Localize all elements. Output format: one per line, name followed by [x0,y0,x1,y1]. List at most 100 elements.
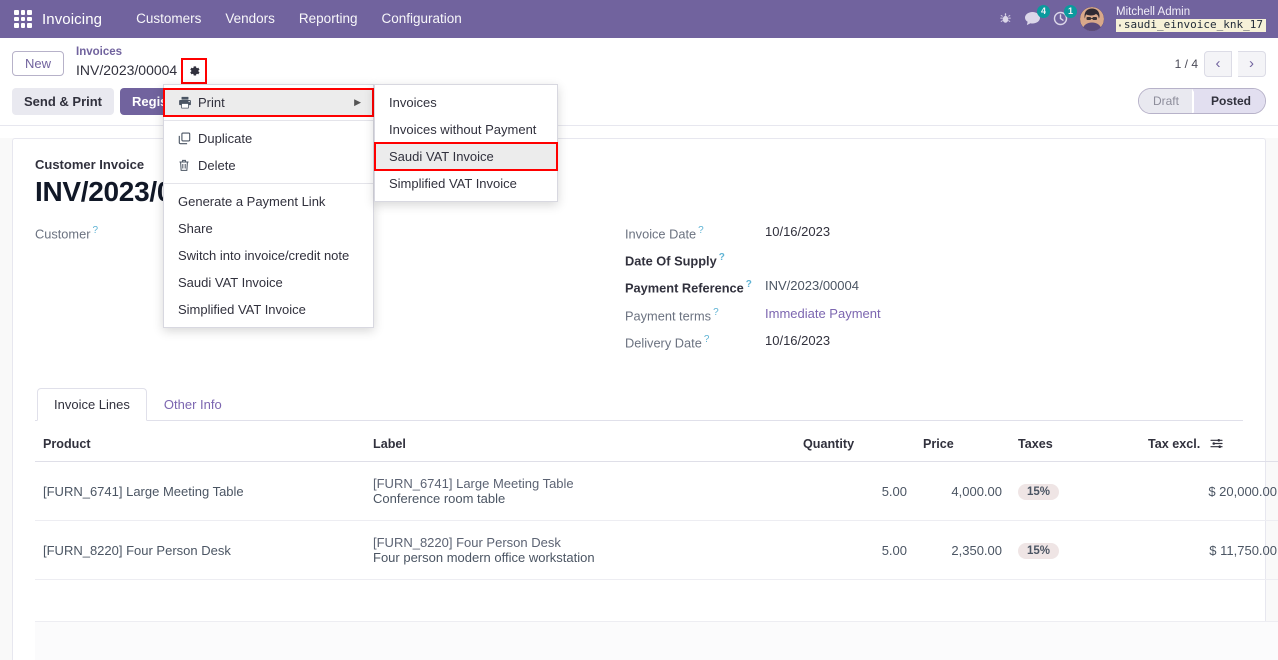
pager-previous-button[interactable]: ‹ [1204,50,1232,77]
sliders-icon[interactable] [1210,437,1223,451]
menu-separator [164,183,373,184]
menu-item-simplified-vat-label: Simplified VAT Invoice [178,302,306,317]
apps-grid-icon[interactable] [14,10,32,28]
submenu-item-invoices-label: Invoices [389,95,437,110]
submenu-item-invoices[interactable]: Invoices [375,89,557,116]
app-brand-invoicing[interactable]: Invoicing [42,11,102,28]
pager-next-button[interactable]: › [1238,50,1266,77]
status-bar: Draft Posted [1137,88,1266,115]
field-delivery-date-label: Delivery Date? [625,333,710,351]
field-delivery-date: Delivery Date? 10/16/2023 [625,333,1185,350]
status-posted[interactable]: Posted [1191,89,1265,114]
tax-pill: 15% [1018,542,1060,559]
bug-icon[interactable] [999,12,1012,25]
menu-item-share[interactable]: Share [164,215,373,242]
field-date-of-supply: Date Of Supply? [625,251,1185,268]
cell-price[interactable]: 2,350.00 [915,520,1010,581]
table-empty-row[interactable] [35,579,1278,623]
cell-label-sub: Four person modern office workstation [373,550,595,566]
database-icon [1119,24,1121,27]
avatar[interactable] [1080,6,1104,31]
send-and-print-button[interactable]: Send & Print [12,87,115,115]
menu-item-generate-payment-link[interactable]: Generate a Payment Link [164,188,373,215]
control-panel-top: New Invoices INV/2023/00004 1 / 4 ‹ › [0,38,1278,86]
new-button[interactable]: New [12,51,65,77]
caret-right-icon: ▶ [354,97,361,107]
field-payment-terms-value[interactable]: Immediate Payment [765,306,881,321]
column-label[interactable]: Label [365,429,795,463]
table-header-row: Product Label Quantity Price Taxes Tax e… [35,429,1278,463]
field-customer-label: Customer? [35,224,99,242]
help-icon[interactable]: ? [713,307,719,318]
help-icon[interactable]: ? [698,225,704,236]
messages-badge: 4 [1037,5,1050,19]
menu-customers[interactable]: Customers [124,0,213,38]
notebook: Invoice Lines Other Info Product Label Q… [35,388,1278,660]
user-name: Mitchell Admin [1116,6,1191,19]
breadcrumb: Invoices INV/2023/00004 [76,46,208,84]
cell-taxes[interactable]: 15% [1010,461,1140,522]
cog-action-menu: Print ▶ Duplicate Delete Generate a Paym… [163,84,374,328]
menu-item-print[interactable]: Print ▶ [163,88,374,117]
cell-tax-excl: $ 20,000.00 [1140,461,1278,522]
field-delivery-date-value[interactable]: 10/16/2023 [765,333,830,348]
cell-label[interactable]: [FURN_8220] Four Person Desk Four person… [365,520,795,581]
submenu-item-simplified-vat-invoice-label: Simplified VAT Invoice [389,176,517,191]
menu-item-share-label: Share [178,221,213,236]
menu-item-simplified-vat-invoice[interactable]: Simplified VAT Invoice [164,296,373,323]
gear-icon[interactable] [181,57,208,84]
cell-product[interactable]: [FURN_8220] Four Person Desk [35,520,365,581]
activities-clock-icon[interactable]: 1 [1053,5,1077,26]
database-badge: saudi_einvoice_knk_17 [1116,19,1266,32]
cell-label[interactable]: [FURN_6741] Large Meeting Table Conferen… [365,461,795,522]
cell-quantity[interactable]: 5.00 [795,461,915,522]
menu-separator [164,120,373,121]
activities-badge: 1 [1064,5,1077,19]
column-product[interactable]: Product [35,429,365,463]
column-taxes[interactable]: Taxes [1010,429,1140,463]
menu-item-switch-invoice-credit-note[interactable]: Switch into invoice/credit note [164,242,373,269]
submenu-item-saudi-vat-invoice-label: Saudi VAT Invoice [389,149,494,164]
tab-invoice-lines[interactable]: Invoice Lines [37,388,147,422]
field-payment-reference-value[interactable]: INV/2023/00004 [765,278,859,293]
cell-taxes[interactable]: 15% [1010,520,1140,581]
table-empty-row[interactable] [35,621,1278,660]
menu-vendors[interactable]: Vendors [213,0,287,38]
field-date-of-supply-label: Date Of Supply? [625,252,725,269]
print-submenu: Invoices Invoices without Payment Saudi … [374,84,558,202]
menu-item-delete[interactable]: Delete [164,152,373,179]
column-price[interactable]: Price [915,429,1010,463]
status-draft[interactable]: Draft [1138,89,1193,114]
submenu-item-invoices-without-payment[interactable]: Invoices without Payment [375,116,557,143]
user-menu[interactable]: Mitchell Admin saudi_einvoice_knk_17 [1116,6,1266,32]
help-icon[interactable]: ? [746,279,752,290]
messages-icon[interactable]: 4 [1024,5,1050,26]
tab-other-info[interactable]: Other Info [147,388,239,421]
pager-count: 1 / 4 [1174,56,1198,71]
cell-product[interactable]: [FURN_6741] Large Meeting Table [35,461,365,522]
column-quantity[interactable]: Quantity [795,429,915,463]
field-invoice-date-value[interactable]: 10/16/2023 [765,224,830,239]
help-icon[interactable]: ? [92,225,98,236]
cell-price[interactable]: 4,000.00 [915,461,1010,522]
menu-reporting[interactable]: Reporting [287,0,370,38]
menu-configuration[interactable]: Configuration [369,0,473,38]
cell-quantity[interactable]: 5.00 [795,520,915,581]
table-row[interactable]: [FURN_6741] Large Meeting Table [FURN_67… [35,461,1278,522]
field-payment-terms-label: Payment terms? [625,306,719,323]
help-icon[interactable]: ? [719,252,725,263]
breadcrumb-invoices[interactable]: Invoices [76,46,205,60]
submenu-item-saudi-vat-invoice[interactable]: Saudi VAT Invoice [374,142,558,171]
column-tax-excl: Tax excl. [1140,429,1278,463]
table-row[interactable]: [FURN_8220] Four Person Desk [FURN_8220]… [35,520,1278,581]
help-icon[interactable]: ? [704,334,710,345]
notebook-tabs: Invoice Lines Other Info [35,388,1243,422]
menu-item-saudi-vat-invoice[interactable]: Saudi VAT Invoice [164,269,373,296]
menu-item-print-label: Print [198,95,225,110]
tax-pill: 15% [1018,483,1060,500]
form-right-column: Invoice Date? 10/16/2023 Date Of Supply?… [625,224,1185,360]
submenu-item-simplified-vat-invoice[interactable]: Simplified VAT Invoice [375,170,557,197]
menu-item-duplicate[interactable]: Duplicate [164,125,373,152]
cell-label-main: [FURN_6741] Large Meeting Table [373,476,574,492]
field-payment-reference: Payment Reference? INV/2023/00004 [625,278,1185,295]
